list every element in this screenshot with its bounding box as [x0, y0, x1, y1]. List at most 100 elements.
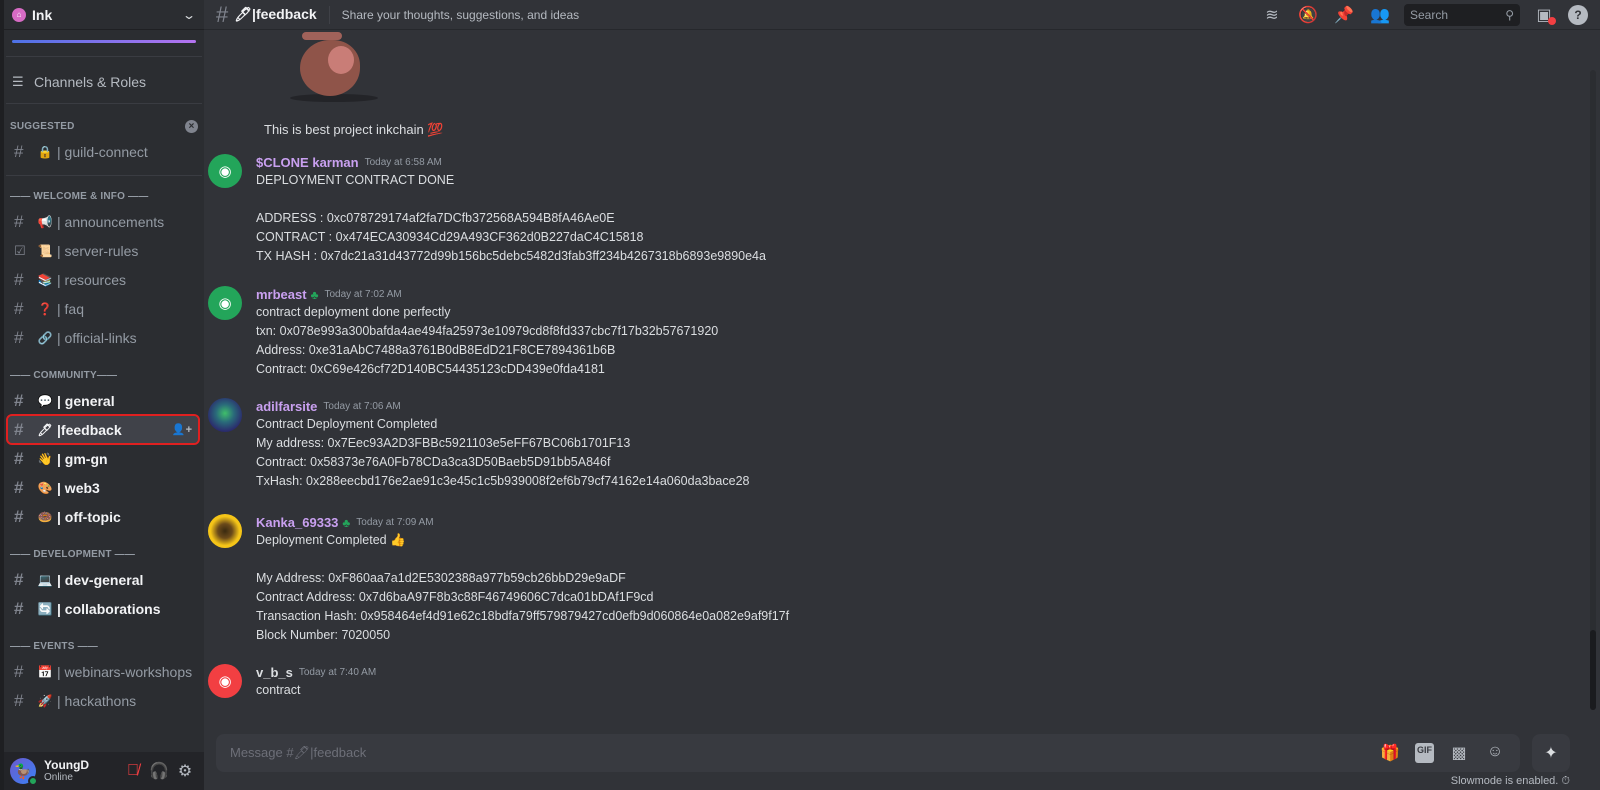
channel-name: | faq	[57, 300, 84, 317]
timestamp: Today at 7:09 AM	[356, 517, 434, 528]
message-line: TX HASH : 0x7dc21a31d43772d99b156bc5debc…	[256, 249, 766, 263]
message-composer[interactable]: Message #🖊|feedback 🎁 GIF ▩ ☺	[216, 734, 1520, 772]
channel-faq[interactable]: # ❓ | faq	[8, 295, 198, 322]
channel-official-links[interactable]: # 🔗 | official-links	[8, 324, 198, 351]
hash-icon: #	[14, 327, 24, 347]
category-label: —— WELCOME & INFO ——	[10, 190, 149, 202]
list-search-icon: ☰	[12, 74, 24, 89]
channel-announcements[interactable]: # 📢 | announcements	[8, 208, 198, 235]
chevron-down-icon[interactable]: ⌄	[182, 8, 196, 22]
message-line: DEPLOYMENT CONTRACT DONE	[256, 173, 455, 187]
avatar-discord-default[interactable]: ◉	[208, 154, 242, 188]
apps-button[interactable]: ✦	[1532, 734, 1570, 772]
online-status-dot	[28, 776, 38, 786]
username[interactable]: v_b_s	[256, 665, 293, 680]
avatar[interactable]	[208, 514, 242, 548]
message-line: CONTRACT : 0x474ECA30934Cd29A493CF362d0B…	[256, 230, 644, 244]
username[interactable]: adilfarsite	[256, 399, 317, 414]
header-toolbar: ≋ 🔕 📌 👥 Search ⚲ ▣ ?	[1260, 3, 1588, 26]
discord-app: ⌂ Ink ⌄ ☰ Channels & Roles SUGGESTED × #…	[0, 0, 1600, 790]
avatar[interactable]	[208, 398, 242, 432]
channel-name: | webinars-workshops	[57, 663, 193, 680]
user-info[interactable]: YoungD Online	[44, 758, 120, 783]
avatar-discord-default[interactable]: ◉	[208, 286, 242, 320]
channel-server-rules[interactable]: ☑ 📜 | server-rules	[8, 237, 198, 264]
locked-hash-icon: #	[14, 598, 24, 618]
gift-icon[interactable]: 🎁	[1379, 743, 1401, 763]
channel-web3[interactable]: # 🎨 | web3	[8, 474, 198, 501]
message-line: Block Number: 7020050	[256, 628, 391, 642]
category-events[interactable]: —— EVENTS ——	[4, 636, 204, 656]
headphones-icon[interactable]: 🎧	[146, 761, 172, 781]
gear-icon[interactable]: ⚙	[172, 761, 198, 781]
pin-icon[interactable]: 📌	[1332, 5, 1356, 25]
emoji-icon[interactable]: ☺	[1484, 743, 1506, 763]
rocket-icon: 🚀	[37, 693, 53, 708]
mic-muted-icon[interactable]: 🎙̸	[120, 762, 146, 780]
calendar-icon: 📅	[37, 664, 53, 679]
message-input[interactable]: Message #🖊|feedback	[230, 745, 366, 761]
help-icon[interactable]: ?	[1568, 4, 1588, 25]
scrollbar-track[interactable]	[1590, 70, 1596, 710]
message: Kanka_69333 ♣ Today at 7:09 AM Deploymen…	[208, 514, 789, 645]
hash-icon: #	[216, 1, 229, 27]
boost-progress-bar	[12, 40, 196, 43]
channel-collaborations[interactable]: # 🔄 | collaborations	[8, 595, 198, 622]
scrollbar-thumb[interactable]	[1590, 630, 1596, 710]
sticker-cheek	[328, 46, 354, 74]
inbox-icon[interactable]: ▣	[1532, 5, 1556, 25]
channel-off-topic[interactable]: # 🍩 | off-topic	[8, 503, 198, 530]
hash-icon: #	[14, 448, 24, 468]
server-header[interactable]: ⌂ Ink ⌄	[4, 0, 204, 30]
message-line: Address: 0xe31aAbC7488a3761B0dB8EdD21F8C…	[256, 343, 616, 357]
members-icon[interactable]: 👥	[1368, 5, 1392, 25]
message: ◉ mrbeast ♣ Today at 7:02 AM contract de…	[208, 286, 718, 379]
close-icon[interactable]: ×	[185, 119, 198, 133]
hash-icon: #	[14, 269, 24, 289]
category-welcome-info[interactable]: —— WELCOME & INFO ——	[4, 186, 204, 206]
username[interactable]: Kanka_69333	[256, 515, 338, 530]
channel-guild-connect[interactable]: # 🔒 | guild-connect	[8, 138, 198, 165]
channel-name: | general	[57, 392, 115, 409]
category-label: —— EVENTS ——	[10, 640, 98, 652]
message: adilfarsite Today at 7:06 AM Contract De…	[208, 398, 750, 491]
message-line: Deployment Completed 👍	[256, 533, 406, 547]
category-label: —— DEVELOPMENT ——	[10, 548, 136, 560]
category-development[interactable]: —— DEVELOPMENT ——	[4, 544, 204, 564]
books-icon: 📚	[37, 272, 53, 287]
message-header: Kanka_69333 ♣ Today at 7:09 AM	[256, 514, 789, 531]
channel-webinars-workshops[interactable]: # 📅 | webinars-workshops	[8, 658, 198, 685]
avatar-discord-default[interactable]: ◉	[208, 664, 242, 698]
channel-feedback[interactable]: # 🖊 |feedback 👤+	[6, 414, 200, 445]
channel-general[interactable]: # 💬 | general	[8, 387, 198, 414]
user-panel: 🦆 YoungD Online 🎙̸ 🎧 ⚙	[4, 752, 204, 790]
username[interactable]: mrbeast	[256, 287, 307, 302]
channel-hackathons[interactable]: # 🚀 | hackathons	[8, 687, 198, 714]
sticker-icon[interactable]: ▩	[1448, 743, 1470, 763]
bell-muted-icon[interactable]: 🔕	[1296, 5, 1320, 25]
channel-topic[interactable]: Share your thoughts, suggestions, and id…	[342, 8, 580, 22]
channel-name: | off-topic	[57, 508, 121, 525]
channel-resources[interactable]: # 📚 | resources	[8, 266, 198, 293]
sticker-image[interactable]	[290, 32, 380, 102]
username[interactable]: $CLONE karman	[256, 155, 359, 170]
channels-roles-button[interactable]: ☰ Channels & Roles	[4, 65, 204, 99]
channels-roles-label: Channels & Roles	[34, 74, 147, 90]
invite-user-icon[interactable]: 👤+	[172, 423, 192, 436]
threads-icon[interactable]: ≋	[1260, 5, 1284, 25]
user-avatar[interactable]: 🦆	[10, 758, 38, 786]
category-community[interactable]: —— COMMUNITY——	[4, 365, 204, 385]
search-icon: ⚲	[1505, 7, 1514, 22]
sync-icon: 🔄	[37, 601, 53, 616]
boost-progress[interactable]	[4, 30, 204, 50]
channel-dev-general[interactable]: # 💻 | dev-general	[8, 566, 198, 593]
gif-button[interactable]: GIF	[1415, 743, 1434, 763]
message-line: Contract: 0x58373e76A0Fb78CDa3ca3D50Baeb…	[256, 455, 611, 469]
timestamp: Today at 7:40 AM	[298, 667, 377, 678]
channel-gm-gn[interactable]: # 👋 | gm-gn	[8, 445, 198, 472]
link-icon: 🔗	[37, 330, 53, 345]
search-input[interactable]: Search ⚲	[1404, 3, 1520, 26]
question-icon: ❓	[37, 301, 53, 316]
